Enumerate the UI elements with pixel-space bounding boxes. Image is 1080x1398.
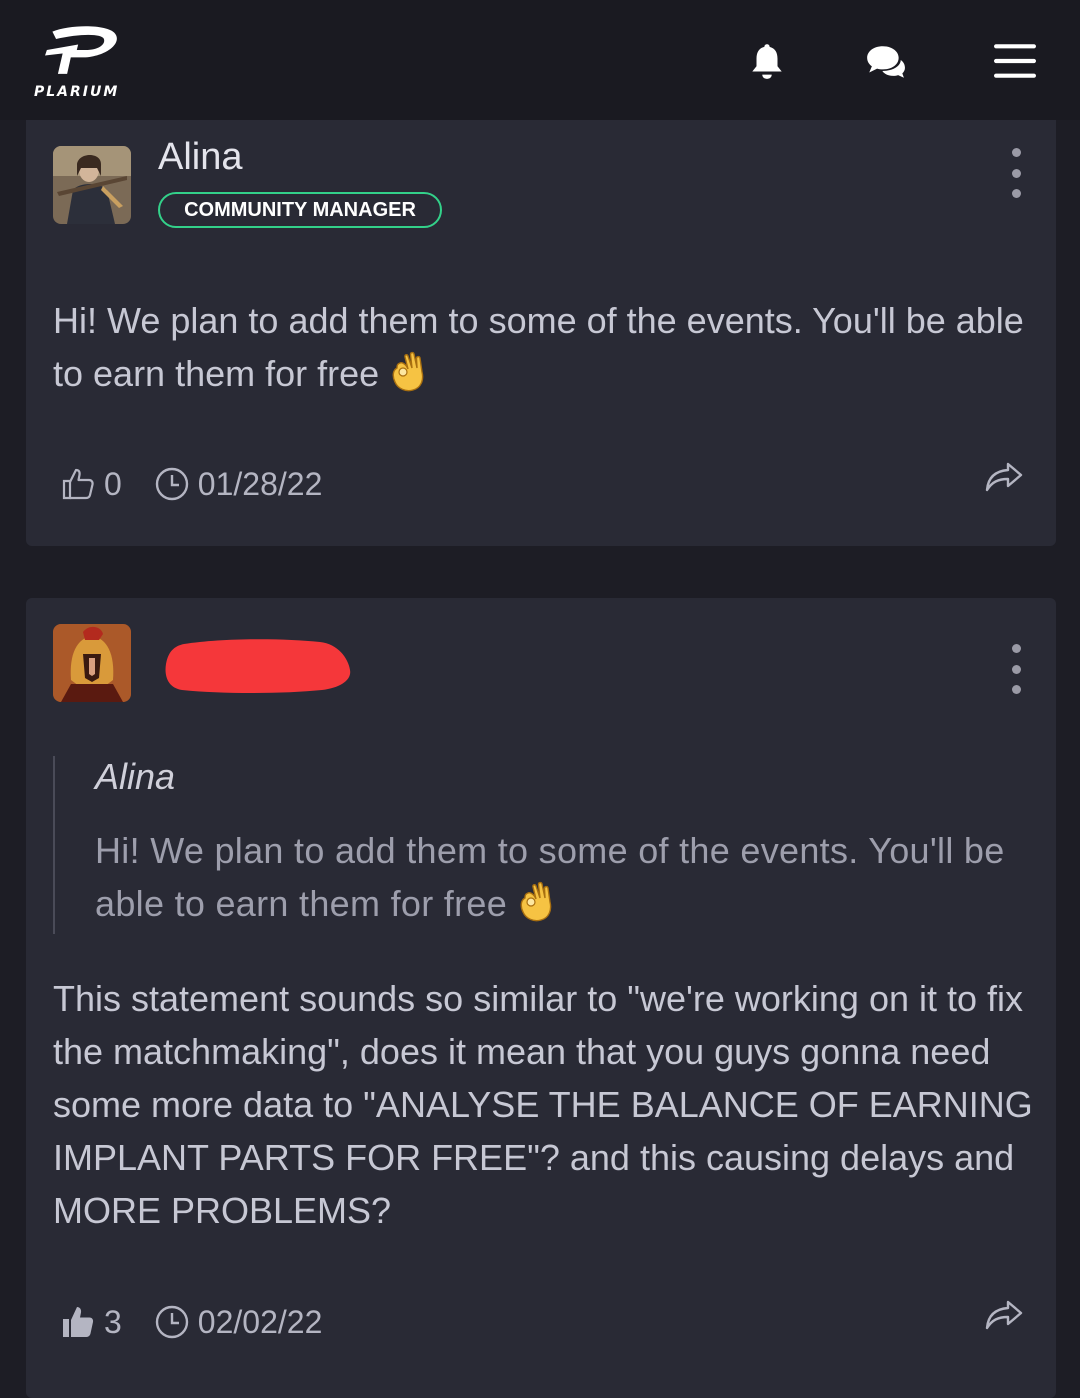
- likes-count: 3: [104, 1303, 122, 1340]
- bell-icon[interactable]: [746, 40, 788, 82]
- avatar[interactable]: [53, 146, 131, 224]
- thumbs-up-filled-icon[interactable]: [60, 1304, 96, 1340]
- post-card: Alina Hi! We plan to add them to some of…: [26, 598, 1056, 1398]
- post-body: Hi! We plan to add them to some of the e…: [53, 294, 1033, 400]
- quoted-reply: Alina Hi! We plan to add them to some of…: [53, 756, 1035, 934]
- thumbs-up-outline-icon[interactable]: [60, 466, 96, 502]
- post-meta: 0 01/28/22: [60, 464, 322, 504]
- quote-author[interactable]: Alina: [95, 756, 175, 798]
- plarium-logo-text: PLARIUM: [34, 84, 120, 100]
- post-card: Alina COMMUNITY MANAGER Hi! We plan to a…: [26, 120, 1056, 546]
- post-body: This statement sounds so similar to "we'…: [53, 978, 1033, 1231]
- share-icon[interactable]: [984, 1298, 1024, 1332]
- clock-icon: [154, 1304, 190, 1340]
- post-body-text: Hi! We plan to add them to some of the e…: [53, 300, 1024, 394]
- post-meta: 3 02/02/22: [60, 1302, 322, 1342]
- share-icon[interactable]: [984, 460, 1024, 494]
- role-badge: COMMUNITY MANAGER: [158, 192, 442, 228]
- redacted-author-name: [162, 636, 352, 696]
- quote-text: Hi! We plan to add them to some of the e…: [95, 824, 1035, 930]
- likes-count: 0: [104, 465, 122, 502]
- ok-hand-emoji: [389, 348, 427, 392]
- top-bar: PLARIUM: [0, 0, 1080, 120]
- more-options-icon[interactable]: [1004, 148, 1028, 198]
- post-date: 01/28/22: [197, 465, 323, 502]
- hamburger-menu-icon[interactable]: [994, 40, 1036, 82]
- author-name[interactable]: Alina: [158, 136, 243, 179]
- post-date: 02/02/22: [197, 1303, 323, 1340]
- chat-bubbles-icon[interactable]: [864, 40, 906, 82]
- ok-hand-emoji: [517, 878, 555, 922]
- clock-icon: [154, 466, 190, 502]
- plarium-logo[interactable]: PLARIUM: [34, 22, 134, 102]
- plarium-logo-mark: [45, 26, 117, 74]
- avatar[interactable]: [53, 624, 131, 702]
- more-options-icon[interactable]: [1004, 644, 1028, 694]
